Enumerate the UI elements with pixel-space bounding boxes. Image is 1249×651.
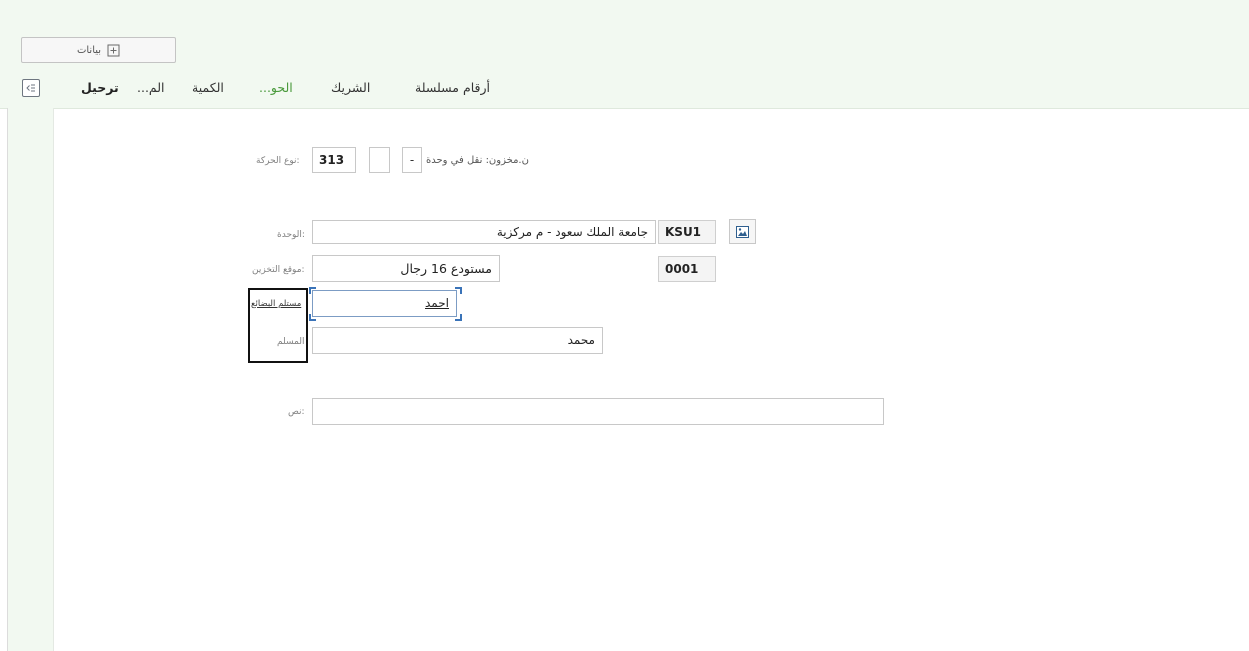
tab-material[interactable]: ...الم [137, 80, 165, 96]
left-side-panel [7, 108, 54, 651]
add-box-icon [107, 44, 120, 57]
focus-corner-bottom-left [309, 314, 316, 321]
storage-location-label: :موقع التخزين [252, 265, 305, 275]
movement-type-label: :نوع الحركة [256, 156, 300, 166]
plant-code-field: KSU1 [658, 220, 716, 244]
focus-corner-top-left [309, 287, 316, 294]
collapse-panel-button[interactable] [22, 79, 40, 97]
details-button-label: بيانات [76, 44, 102, 56]
plant-name-field[interactable]: جامعة الملك سعود - م مركزية [312, 220, 656, 244]
movement-indicator-field[interactable] [369, 147, 390, 173]
tab-serial-numbers[interactable]: أرقام مسلسلة [415, 80, 490, 96]
movement-type-code[interactable]: 313 [312, 147, 356, 173]
goods-recipient-label: مستلم البضائع [251, 299, 302, 309]
plant-image-button[interactable] [729, 219, 756, 244]
tab-partner[interactable]: الشريك [331, 80, 370, 96]
text-field[interactable] [312, 398, 884, 425]
header-band [0, 0, 1249, 109]
goods-recipient-field[interactable]: احمد [312, 290, 457, 317]
storage-location-field[interactable]: مستودع 16 رجال [312, 255, 500, 282]
image-icon [736, 225, 749, 238]
debit-credit-indicator: - [402, 147, 422, 173]
tab-movement[interactable]: ...الحو [259, 80, 293, 96]
goods-recipient-value: احمد [425, 296, 449, 310]
collapse-panel-icon [25, 82, 37, 94]
tab-posting[interactable]: ترحيل [81, 80, 119, 96]
focus-corner-top-right [455, 287, 462, 294]
text-label: :نص [288, 407, 305, 417]
plant-label: :الوحدة [277, 230, 305, 240]
unloading-point-field[interactable]: محمد [312, 327, 603, 354]
focus-corner-bottom-right [455, 314, 462, 321]
tab-quantity[interactable]: الكمية [192, 80, 224, 96]
unloading-point-label: المسلم [277, 337, 305, 347]
storage-location-code: 0001 [658, 256, 716, 282]
details-button[interactable]: بيانات [21, 37, 176, 63]
movement-type-description: ن.مخزون: نقل في وحدة [426, 155, 529, 166]
